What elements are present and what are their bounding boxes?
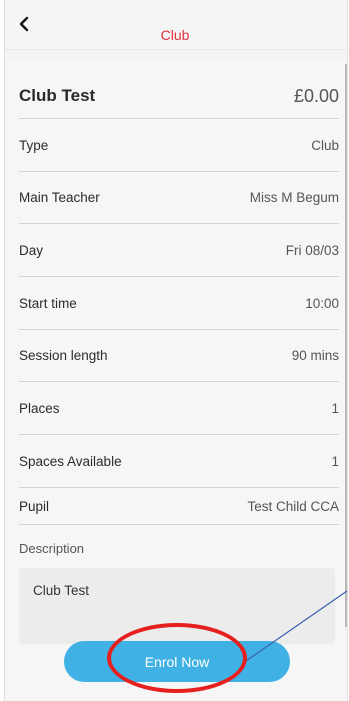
detail-row-teacher: Main Teacher Miss M Begum: [19, 172, 339, 224]
detail-value: 90 mins: [291, 348, 339, 363]
description-box: Club Test: [19, 568, 335, 644]
club-price: £0.00: [293, 85, 339, 106]
detail-label: Spaces Available: [19, 453, 122, 469]
detail-value: Miss M Begum: [249, 190, 339, 205]
detail-row-start-time: Start time 10:00: [19, 277, 339, 330]
detail-label: Day: [19, 242, 44, 258]
enrol-now-button[interactable]: Enrol Now: [64, 641, 290, 682]
detail-label: Places: [19, 400, 60, 416]
detail-value: Club: [311, 137, 339, 153]
top-bar: Club: [5, 0, 345, 50]
page-title: Club: [160, 27, 190, 43]
detail-row-day: Day Fri 08/03: [19, 224, 339, 277]
detail-row-places: Places 1: [19, 382, 339, 435]
description-text: Club Test: [33, 583, 90, 598]
detail-label: Main Teacher: [19, 190, 100, 205]
detail-row-type: Type Club: [19, 119, 339, 172]
detail-label: Session length: [19, 348, 108, 363]
detail-value: 10:00: [305, 295, 339, 311]
detail-value: 1: [331, 453, 339, 469]
club-name: Club Test: [19, 86, 96, 105]
detail-label: Type: [19, 137, 49, 153]
detail-value: 1: [331, 400, 339, 416]
detail-value: Test Child CCA: [247, 498, 339, 514]
detail-row-pupil: Pupil Test Child CCA: [19, 488, 339, 525]
detail-label: Pupil: [19, 498, 50, 514]
description-label: Description: [19, 541, 85, 556]
club-summary-row: Club Test £0.00: [19, 74, 339, 119]
scrollbar[interactable]: [345, 64, 347, 627]
detail-row-session-length: Session length 90 mins: [19, 330, 339, 382]
detail-value: Fri 08/03: [285, 242, 339, 258]
detail-label: Start time: [19, 295, 77, 311]
detail-row-spaces-available: Spaces Available 1: [19, 435, 339, 488]
